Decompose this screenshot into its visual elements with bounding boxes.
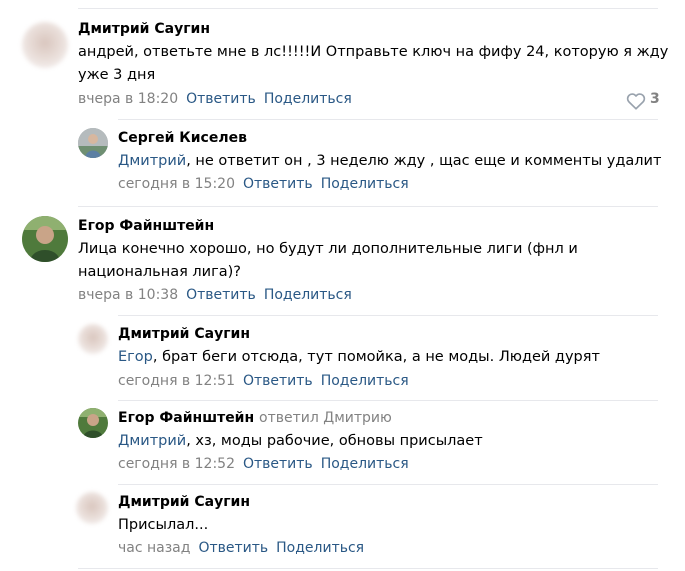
comment-meta: сегодня в 15:20 Ответить Поделиться <box>118 176 409 192</box>
share-link[interactable]: Поделиться <box>276 540 364 556</box>
comment-text: Присылал... <box>118 517 209 533</box>
mention-link[interactable]: Дмитрий <box>118 153 186 169</box>
comment-time[interactable]: сегодня в 15:20 <box>118 176 235 192</box>
comment-time[interactable]: час назад <box>118 540 190 556</box>
comment-text: Дмитрий, хз, моды рабочие, обновы присыл… <box>118 430 483 453</box>
comment-text: Дмитрий, не ответит он , 3 неделю жду , … <box>118 150 661 173</box>
comment-text-line: андрей, ответьте мне в лс!!!!!И Отправьт… <box>78 44 669 60</box>
comment-meta: вчера в 18:20 Ответить Поделиться <box>78 91 352 107</box>
divider <box>118 315 658 316</box>
share-link[interactable]: Поделиться <box>321 373 409 389</box>
heart-icon <box>626 93 646 110</box>
author-name[interactable]: Егор Файнштейн <box>118 410 254 426</box>
avatar[interactable] <box>78 324 108 354</box>
avatar-image <box>22 216 68 262</box>
comment-time[interactable]: сегодня в 12:51 <box>118 373 235 389</box>
divider <box>118 400 658 401</box>
comment-text-line: уже 3 дня <box>78 67 156 83</box>
comment-text-body: , не ответит он , 3 неделю жду , щас еще… <box>186 153 662 169</box>
reply-link[interactable]: Ответить <box>243 176 313 192</box>
avatar-image <box>78 128 108 158</box>
like-button[interactable]: 3 <box>626 91 664 111</box>
avatar[interactable] <box>78 128 108 158</box>
comment-author[interactable]: Дмитрий Саугин <box>118 326 250 342</box>
reply-link[interactable]: Ответить <box>186 91 256 107</box>
avatar[interactable] <box>22 216 68 262</box>
comment-author[interactable]: Егор Файнштейн <box>78 218 214 234</box>
share-link[interactable]: Поделиться <box>321 176 409 192</box>
divider <box>118 119 658 120</box>
share-link[interactable]: Поделиться <box>264 91 352 107</box>
comment-time[interactable]: сегодня в 12:52 <box>118 456 235 472</box>
divider <box>118 484 658 485</box>
reply-link[interactable]: Ответить <box>243 456 313 472</box>
share-link[interactable]: Поделиться <box>264 287 352 303</box>
avatar[interactable] <box>22 22 68 68</box>
mention-link[interactable]: Егор <box>118 349 153 365</box>
comment-text: Егор, брат беги отсюда, тут помойка, а н… <box>118 346 600 369</box>
comment-meta: вчера в 10:38 Ответить Поделиться <box>78 287 352 303</box>
avatar[interactable] <box>76 492 108 524</box>
avatar[interactable] <box>78 408 108 438</box>
comment-time[interactable]: вчера в 18:20 <box>78 91 178 107</box>
comment-author[interactable]: Дмитрий Саугин <box>118 494 250 510</box>
mention-link[interactable]: Дмитрий <box>118 433 186 449</box>
divider <box>78 206 658 207</box>
comment-meta: сегодня в 12:51 Ответить Поделиться <box>118 373 409 389</box>
comment-text-line: Лица конечно хорошо, но будут ли дополни… <box>78 241 578 257</box>
reply-link[interactable]: Ответить <box>243 373 313 389</box>
comment-meta: сегодня в 12:52 Ответить Поделиться <box>118 456 409 472</box>
comment-author[interactable]: Дмитрий Саугин <box>78 21 210 37</box>
like-count: 3 <box>650 91 660 107</box>
share-link[interactable]: Поделиться <box>321 456 409 472</box>
reply-link[interactable]: Ответить <box>198 540 268 556</box>
comment-text-body: , брат беги отсюда, тут помойка, а не мо… <box>152 349 600 365</box>
comment-text-body: , хз, моды рабочие, обновы присылает <box>186 433 483 449</box>
reply-link[interactable]: Ответить <box>186 287 256 303</box>
comment-time[interactable]: вчера в 10:38 <box>78 287 178 303</box>
comment-meta: час назад Ответить Поделиться <box>118 540 364 556</box>
comment-author: Егор Файнштейн ответил Дмитрию <box>118 410 392 426</box>
divider <box>78 568 658 569</box>
divider <box>78 8 658 9</box>
comment-author[interactable]: Сергей Киселев <box>118 130 247 146</box>
comment-text-line: национальная лига)? <box>78 264 241 280</box>
avatar-image <box>78 408 108 438</box>
replied-to[interactable]: ответил Дмитрию <box>259 410 392 426</box>
